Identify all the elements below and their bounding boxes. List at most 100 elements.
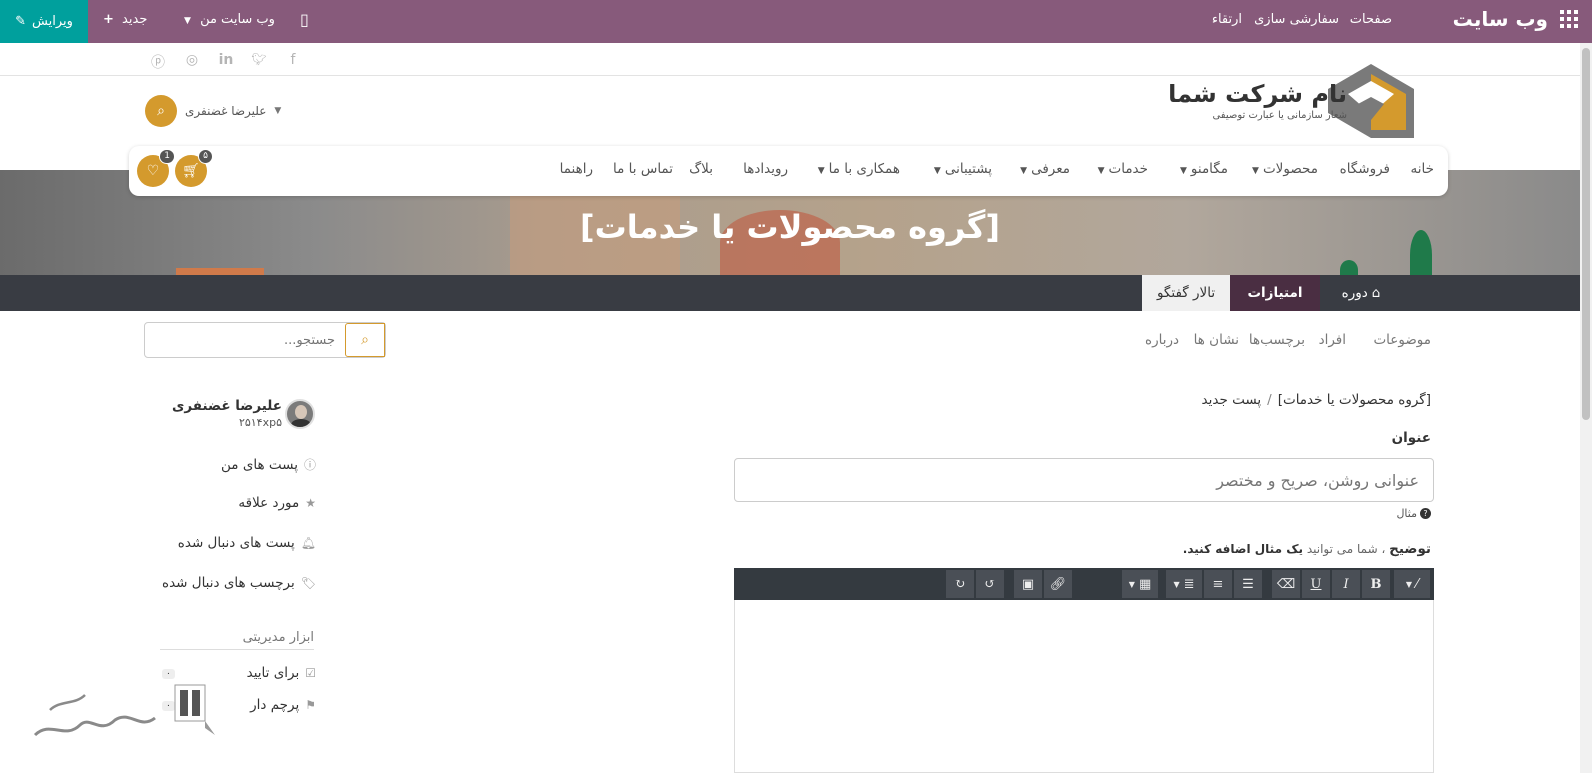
pencil-icon: ✎ <box>15 14 27 29</box>
sidebar-to-validate[interactable]: ☑ برای تایید <box>247 665 316 681</box>
nav-megamenu[interactable]: مگامنو▼ <box>1180 161 1228 177</box>
style-dropdown[interactable]: ⁄ ▼ <box>1394 570 1430 598</box>
tab-forum[interactable]: تالار گفتگو <box>1142 275 1230 311</box>
wishlist-count-badge: 1 <box>159 149 175 164</box>
eraser-icon[interactable]: ⌫ <box>1272 570 1300 598</box>
tab-course[interactable]: ⌂ دوره <box>1322 275 1400 311</box>
new-label: جدید <box>122 12 148 27</box>
mobile-preview-icon[interactable]: ▯ <box>300 10 309 29</box>
hero-title: [گروه محصولات یا خدمات] <box>580 208 1000 246</box>
nav-services[interactable]: خدمات▼ <box>1098 161 1148 177</box>
caret-down-icon: ▼ <box>817 166 825 176</box>
apps-grid-icon[interactable] <box>1560 10 1578 28</box>
link-icon[interactable]: 🔗︎ <box>1044 570 1072 598</box>
search-icon: ⌕ <box>361 332 369 348</box>
avatar[interactable] <box>285 399 315 429</box>
user-name: علیرضا غضنفری <box>185 104 267 118</box>
subnav-badges[interactable]: نشان ها <box>1194 332 1239 348</box>
scrollbar-thumb[interactable] <box>1582 48 1590 420</box>
title-label: عنوان <box>1391 430 1431 446</box>
forum-navbar: ⌂ دوره امتیازات تالار گفتگو <box>0 275 1580 311</box>
redo-icon[interactable]: ↻ <box>946 570 974 598</box>
caret-down-icon: ▼ <box>1097 166 1105 176</box>
nav-cooperation[interactable]: همکاری با ما▼ <box>818 161 900 177</box>
help-circle-icon: ? <box>1420 508 1431 519</box>
bell-icon: 🔔︎ <box>300 536 316 550</box>
unordered-list-icon[interactable]: ☰ <box>1234 570 1262 598</box>
search-input[interactable] <box>145 323 345 357</box>
caret-down-icon: ▼ <box>184 16 191 26</box>
tags-icon: 🏷︎ <box>300 576 316 590</box>
breadcrumb: [گروه محصولات یا خدمات]/پست جدید <box>1201 392 1431 408</box>
tab-karma[interactable]: امتیازات <box>1230 275 1320 311</box>
main-navbar: خانه فروشگاه محصولات▼ مگامنو▼ خدمات▼ معر… <box>129 146 1448 196</box>
nav-blog[interactable]: بلاگ <box>689 161 713 177</box>
underline-button[interactable]: U <box>1302 570 1330 598</box>
table-dropdown[interactable]: ▦ ▼ <box>1122 570 1158 598</box>
caret-down-icon: ▼ <box>933 166 941 176</box>
table-icon: ▦ <box>1138 576 1152 592</box>
nav-contact[interactable]: تماس با ما <box>613 161 673 177</box>
cart-count-badge: ۵ <box>198 149 213 164</box>
edit-button[interactable]: ویرایش ✎ <box>0 0 88 43</box>
menu-pages[interactable]: صفحات <box>1350 12 1392 27</box>
home-icon: ⌂ <box>1371 285 1381 301</box>
sidebar-favorites[interactable]: ★ مورد علاقه <box>238 495 316 511</box>
nav-help[interactable]: راهنما <box>560 161 593 177</box>
question-circle-icon: ⓘ <box>303 458 316 472</box>
pinterest-icon[interactable]: ⓟ <box>150 52 166 72</box>
sidebar-followed-tags[interactable]: 🏷︎ برچسب های دنبال شده <box>162 575 316 591</box>
breadcrumb-parent[interactable]: [گروه محصولات یا خدمات] <box>1278 392 1431 408</box>
description-label: توضیح ، شما می توانید یک مثال اضافه کنید… <box>1182 541 1431 557</box>
image-icon[interactable]: ▣ <box>1014 570 1042 598</box>
editor-toolbar: ⁄ ▼ B I U ⌫ ☰ ≡ ≣ ▼ ▦ ▼ 🔗︎ ▣ ↺ ↻ <box>734 568 1434 600</box>
nav-events[interactable]: رویدادها <box>743 161 788 177</box>
nav-home[interactable]: خانه <box>1411 161 1434 177</box>
company-slogan: شعار سازمانی یا عبارت توصیفی <box>1212 110 1347 121</box>
my-website-dropdown[interactable]: وب سایت من ▼ <box>184 12 275 27</box>
profile-xp: ۲۵۱۴xp۵ <box>238 416 282 429</box>
subnav-topics[interactable]: موضوعات <box>1373 332 1431 348</box>
watermark-logo <box>33 684 215 737</box>
subnav-people[interactable]: افراد <box>1319 332 1346 348</box>
facebook-icon[interactable]: f <box>285 52 301 68</box>
nav-products[interactable]: محصولات▼ <box>1252 161 1318 177</box>
italic-button[interactable]: I <box>1332 570 1360 598</box>
caret-down-icon: ▼ <box>1179 166 1187 176</box>
cart-icon[interactable]: 🛒︎ ۵ <box>175 149 213 187</box>
ordered-list-icon[interactable]: ≡ <box>1204 570 1232 598</box>
nav-support[interactable]: پشتیبانی▼ <box>934 161 992 177</box>
edit-label: ویرایش <box>32 14 73 29</box>
twitter-icon[interactable]: 🐦︎ <box>251 52 267 66</box>
linkedin-icon[interactable]: in <box>218 52 234 68</box>
app-brand[interactable]: وب سایت <box>1453 7 1548 31</box>
example-hint[interactable]: ? مثال <box>1396 507 1431 520</box>
validate-count: ۰ <box>162 669 175 679</box>
nav-shop[interactable]: فروشگاه <box>1340 161 1390 177</box>
sidebar-followed-posts[interactable]: 🔔︎ پست های دنبال شده <box>178 535 316 551</box>
instagram-icon[interactable]: ◎ <box>184 52 200 68</box>
caret-down-icon: ▼ <box>1020 166 1028 176</box>
title-input[interactable] <box>734 458 1434 502</box>
search-icon[interactable]: ⌕ <box>145 95 177 127</box>
search-button[interactable]: ⌕ <box>345 323 385 357</box>
menu-customize[interactable]: سفارشی سازی <box>1254 12 1339 27</box>
subnav-about[interactable]: درباره <box>1145 332 1179 348</box>
check-square-icon: ☑ <box>305 666 316 680</box>
subnav-tags[interactable]: برچسب‌ها <box>1249 332 1305 348</box>
sidebar-flagged[interactable]: ⚑ پرچم دار <box>250 697 316 713</box>
user-menu[interactable]: ⌕ علیرضا غضنفری ▼ <box>145 95 281 127</box>
align-dropdown[interactable]: ≣ ▼ <box>1166 570 1202 598</box>
bold-button[interactable]: B <box>1362 570 1390 598</box>
nav-about[interactable]: معرفی▼ <box>1020 161 1070 177</box>
sidebar-my-posts[interactable]: ⓘ پست های من <box>221 456 316 473</box>
editor-content-area[interactable] <box>734 600 1434 773</box>
caret-down-icon: ▼ <box>274 106 282 116</box>
wishlist-icon[interactable]: ♡ 1 <box>137 149 175 187</box>
flag-icon: ⚑ <box>305 698 316 712</box>
profile-name[interactable]: علیرضا غضنفری <box>172 398 282 414</box>
menu-upgrade[interactable]: ارتقاء <box>1212 12 1242 27</box>
undo-icon[interactable]: ↺ <box>976 570 1004 598</box>
star-icon: ★ <box>305 496 316 510</box>
new-button[interactable]: جدید + <box>103 12 147 27</box>
